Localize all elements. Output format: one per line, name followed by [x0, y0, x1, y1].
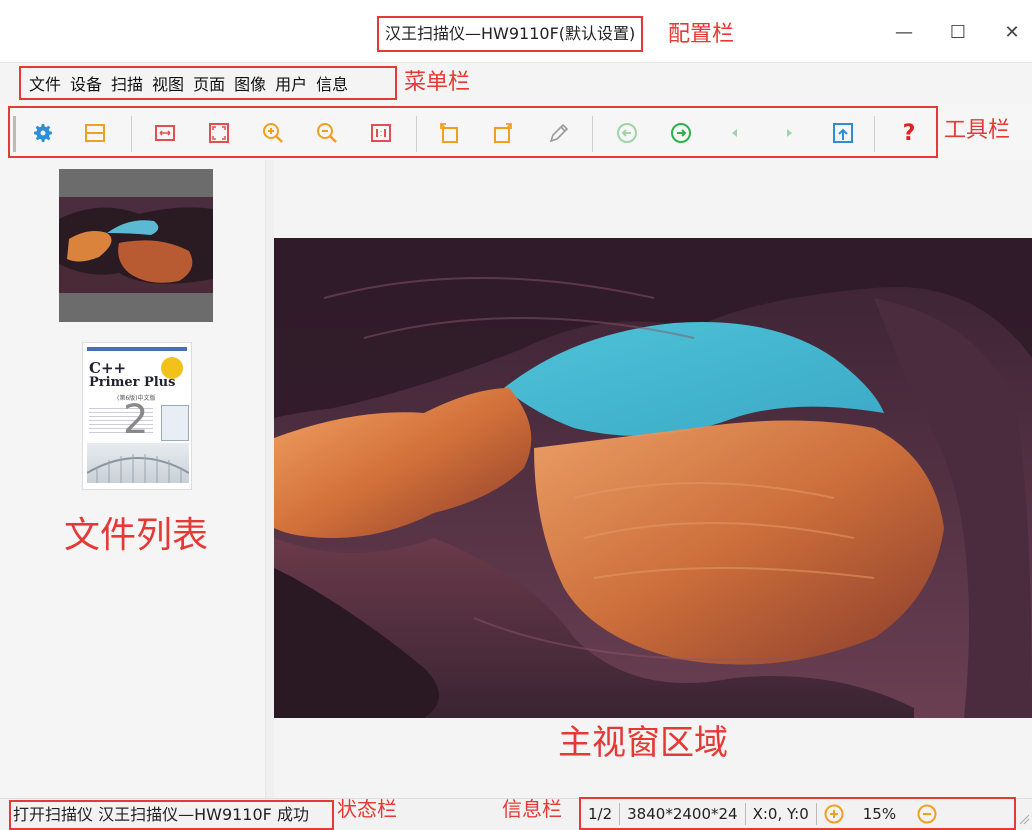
minimize-button[interactable]: —	[884, 18, 924, 48]
toolbar-separator	[592, 116, 593, 152]
maximize-button[interactable]: ☐	[938, 18, 978, 48]
cover-title-line2: Primer Plus	[89, 375, 176, 390]
cover-bridge-image	[86, 443, 190, 483]
image-dimensions: 3840*2400*24	[620, 802, 746, 825]
cover-badge	[161, 357, 183, 379]
cover-small-book	[161, 405, 189, 441]
menu-page[interactable]: 页面	[193, 71, 225, 95]
canyon-thumbnail-image	[59, 197, 213, 293]
prev-arrow-icon[interactable]	[722, 120, 748, 146]
menu-user[interactable]: 用户	[275, 71, 307, 95]
page-indicator: 1/2	[581, 802, 621, 825]
actual-size-icon[interactable]	[368, 120, 394, 146]
annotation-menu-bar: 菜单栏	[404, 70, 471, 95]
menu-device[interactable]: 设备	[70, 71, 102, 95]
main-image[interactable]	[274, 238, 1032, 718]
thumbnail-2[interactable]: C++ Primer Plus (第6版)中文版 2	[82, 342, 192, 490]
menu-info[interactable]: 信息	[316, 71, 348, 95]
annotation-status-bar: 状态栏	[337, 797, 397, 821]
annotation-info-bar: 信息栏	[502, 797, 562, 821]
annotation-file-list: 文件列表	[64, 515, 209, 556]
toolbar-separator	[874, 116, 875, 152]
menu-file[interactable]: 文件	[29, 71, 61, 95]
info-bar: 1/2 3840*2400*24 X:0, Y:0 15%	[579, 797, 1016, 830]
prev-page-circle-icon[interactable]	[614, 120, 640, 146]
zoom-level: 15%	[862, 804, 897, 823]
toolbar-separator	[416, 116, 417, 152]
rotate-left-icon[interactable]	[436, 120, 462, 146]
close-button[interactable]: ✕	[992, 18, 1032, 48]
fit-page-icon[interactable]	[206, 120, 232, 146]
menu-scan[interactable]: 扫描	[111, 71, 143, 95]
menu-view[interactable]: 视图	[152, 71, 184, 95]
annotation-title-bar: 配置栏	[668, 22, 735, 47]
next-arrow-icon[interactable]	[776, 120, 802, 146]
toolbar-grip[interactable]	[13, 116, 16, 152]
zoom-out-icon[interactable]	[916, 803, 938, 825]
toolbar-group: ?	[8, 106, 938, 158]
scan-area-icon[interactable]	[82, 120, 108, 146]
thumbnail-1[interactable]	[59, 169, 213, 322]
edit-pen-icon[interactable]	[546, 120, 572, 146]
rotate-right-icon[interactable]	[490, 120, 516, 146]
help-icon[interactable]: ?	[896, 120, 922, 146]
toolbar-separator	[131, 116, 132, 152]
panel-splitter[interactable]	[266, 160, 274, 798]
cover-top-band	[87, 347, 187, 351]
annotation-toolbar: 工具栏	[944, 118, 1011, 143]
canyon-photo	[274, 238, 1032, 718]
menu-list: 文件 设备 扫描 视图 页面 图像 用户 信息	[19, 66, 397, 100]
cursor-coordinates: X:0, Y:0	[746, 802, 817, 825]
annotation-main-view: 主视窗区域	[558, 723, 728, 763]
page-number-label: 2	[123, 397, 149, 443]
export-icon[interactable]	[830, 120, 856, 146]
zoom-controls: 15%	[817, 803, 944, 825]
gear-icon[interactable]	[30, 120, 56, 146]
zoom-in-icon[interactable]	[260, 120, 286, 146]
menu-image[interactable]: 图像	[234, 71, 266, 95]
next-page-circle-icon[interactable]	[668, 120, 694, 146]
resize-grip-icon[interactable]	[1018, 810, 1030, 825]
zoom-out-icon[interactable]	[314, 120, 340, 146]
fit-width-icon[interactable]	[152, 120, 178, 146]
window-title: 汉王扫描仪—HW9110F(默认设置)	[377, 16, 644, 52]
zoom-in-icon[interactable]	[823, 803, 845, 825]
status-message: 打开扫描仪 汉王扫描仪—HW9110F 成功	[9, 800, 334, 830]
